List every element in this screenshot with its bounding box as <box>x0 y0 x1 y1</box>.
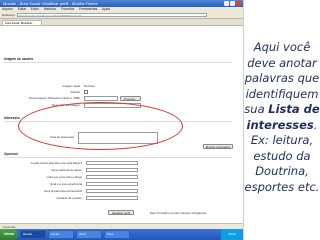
menu-history[interactable]: Histórico <box>44 7 56 11</box>
delete-label: Deletar <box>70 90 80 94</box>
url-input[interactable]: http://moodle.ufsc.br/user/edit.php?id=5… <box>17 13 207 17</box>
window-controls <box>224 1 241 6</box>
browser-screenshot: Moodle - Área Social: Modificar perfil -… <box>0 0 244 240</box>
optional-row-input[interactable] <box>86 168 138 172</box>
highlight-ellipse <box>18 102 183 150</box>
section-image-title: Imagem do usuário <box>4 57 34 61</box>
tab-profile[interactable]: Área Social: Modificar... <box>2 20 42 25</box>
optional-row-label: Qual é a sua experiência <box>50 182 82 186</box>
optional-row-input[interactable] <box>86 175 138 179</box>
address-label: Endereço <box>2 13 15 17</box>
taskbar-item[interactable]: Word <box>76 230 102 239</box>
browse-button[interactable]: Procurar... <box>120 96 141 101</box>
taskbar-items: Moodle Firefox Word Paint <box>20 230 130 239</box>
current-image-label: Imagem atual <box>62 84 80 88</box>
section-interests-title: Interesses <box>4 116 20 120</box>
system-clock: 10:42 <box>221 229 243 240</box>
optional-row-label: A qual Centro Espírita você está filiado… <box>30 161 82 165</box>
address-bar: Endereço http://moodle.ufsc.br/user/edit… <box>0 12 243 19</box>
menu-tools[interactable]: Ferramentas <box>79 7 97 11</box>
menu-bookmarks[interactable]: Favoritos <box>61 7 74 11</box>
menu-edit[interactable]: Editar <box>18 7 26 11</box>
new-image-label: Nova imagem (Tamanho máximo: 1MB) <box>29 96 80 100</box>
save-profile-button[interactable]: Atualizar perfil <box>108 210 134 215</box>
divider <box>4 157 232 158</box>
minimize-icon[interactable] <box>224 1 229 6</box>
optional-row-input[interactable] <box>86 189 138 193</box>
optional-row-input[interactable] <box>86 161 138 165</box>
optional-row-label: Links em seus sites e blogs <box>46 175 82 179</box>
window-title: Moodle - Área Social: Modificar perfil -… <box>3 1 98 6</box>
optional-row-label: Gostaria de receber <box>56 196 82 200</box>
menu-view[interactable]: Exibir <box>31 7 39 11</box>
show-advanced-button[interactable]: Mostrar avançados <box>203 144 233 149</box>
divider <box>4 62 232 63</box>
delete-checkbox[interactable] <box>84 90 88 94</box>
file-input[interactable] <box>84 96 118 101</box>
optional-row-label: Você já participou de Estudos <box>43 189 82 193</box>
taskbar-item[interactable]: Paint <box>104 230 130 239</box>
taskbar-item[interactable]: Firefox <box>48 230 74 239</box>
optional-row-label: Você participa de algum <box>51 168 82 172</box>
tab-bar: Área Social: Modificar... <box>0 19 243 26</box>
taskbar: iniciar Moodle Firefox Word Paint 10:42 <box>0 229 243 240</box>
section-optional-title: Opcional <box>4 152 18 156</box>
close-icon[interactable] <box>236 1 241 6</box>
optional-row-input[interactable] <box>86 196 138 200</box>
current-image-value: Nenhum <box>84 84 95 88</box>
maximize-icon[interactable] <box>230 1 235 6</box>
taskbar-item[interactable]: Moodle <box>20 230 46 239</box>
menu-help[interactable]: Ajuda <box>102 7 110 11</box>
required-fields-note: Este formulário contém campos obrigatóri… <box>150 211 207 215</box>
start-button[interactable]: iniciar <box>0 229 18 240</box>
menu-file[interactable]: Arquivo <box>2 7 13 11</box>
window-titlebar: Moodle - Área Social: Modificar perfil -… <box>0 0 243 7</box>
optional-row-input[interactable] <box>86 182 138 186</box>
slide-caption: Aqui você deve anotar palavras que ident… <box>244 40 320 195</box>
